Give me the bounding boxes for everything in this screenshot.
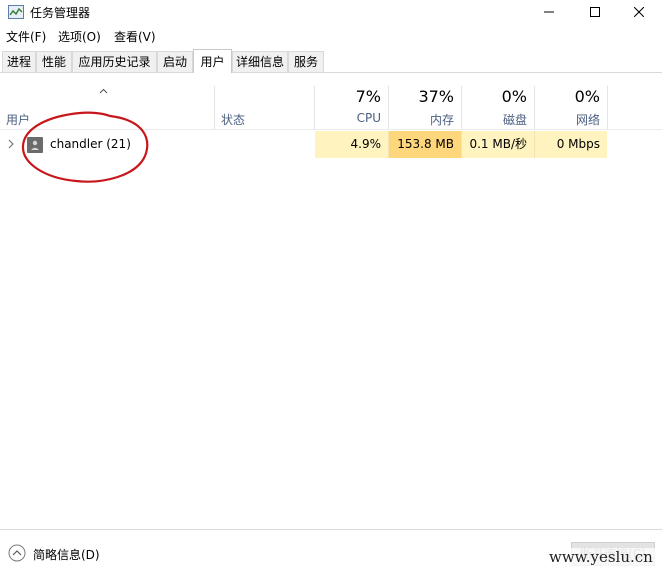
maximize-icon bbox=[590, 7, 600, 17]
chevron-right-icon[interactable] bbox=[8, 139, 14, 149]
header-network[interactable]: 网络 bbox=[534, 111, 600, 128]
chevron-up-circle-icon[interactable] bbox=[8, 544, 26, 562]
close-icon bbox=[634, 7, 644, 17]
tab-startup[interactable]: 启动 bbox=[157, 51, 193, 72]
menu-options[interactable]: 选项(O) bbox=[58, 28, 101, 45]
cell-memory: 153.8 MB bbox=[388, 131, 461, 158]
header-network-percent[interactable]: 0% bbox=[534, 87, 600, 106]
header-memory[interactable]: 内存 bbox=[388, 111, 454, 128]
cell-network: 0 Mbps bbox=[534, 131, 607, 158]
header-memory-percent[interactable]: 37% bbox=[388, 87, 454, 106]
header-cpu[interactable]: CPU bbox=[315, 111, 381, 125]
tab-services[interactable]: 服务 bbox=[288, 51, 324, 72]
tab-users[interactable]: 用户 bbox=[193, 49, 232, 73]
header-cpu-percent[interactable]: 7% bbox=[315, 87, 381, 106]
header-disk-percent[interactable]: 0% bbox=[461, 87, 527, 106]
maximize-button[interactable] bbox=[572, 0, 618, 24]
fewer-details-link[interactable]: 简略信息(D) bbox=[33, 546, 100, 563]
menu-file[interactable]: 文件(F) bbox=[6, 28, 46, 45]
footer-divider bbox=[0, 529, 662, 530]
window-title: 任务管理器 bbox=[30, 6, 91, 20]
highlight-ellipse bbox=[21, 111, 149, 183]
cell-separator bbox=[388, 131, 389, 158]
tab-app-history[interactable]: 应用历史记录 bbox=[72, 51, 157, 72]
close-button[interactable] bbox=[616, 0, 662, 24]
cell-separator bbox=[461, 131, 462, 158]
sort-ascending-icon[interactable] bbox=[99, 88, 108, 94]
tab-performance[interactable]: 性能 bbox=[36, 51, 72, 72]
cell-disk: 0.1 MB/秒 bbox=[461, 131, 534, 158]
task-manager-icon bbox=[8, 5, 24, 19]
cell-cpu: 4.9% bbox=[315, 131, 388, 158]
minimize-button[interactable] bbox=[526, 0, 572, 24]
minimize-icon bbox=[544, 11, 554, 13]
tab-details[interactable]: 详细信息 bbox=[232, 51, 288, 72]
header-status[interactable]: 状态 bbox=[221, 111, 245, 128]
cell-separator bbox=[534, 131, 535, 158]
tab-processes[interactable]: 进程 bbox=[2, 51, 36, 72]
header-separator[interactable] bbox=[607, 86, 608, 130]
menu-view[interactable]: 查看(V) bbox=[114, 28, 156, 45]
header-separator[interactable] bbox=[214, 86, 215, 130]
watermark: www.yeslu.cn bbox=[546, 548, 656, 566]
menu-bar: 文件(F) 选项(O) 查看(V) bbox=[0, 26, 662, 46]
header-disk[interactable]: 磁盘 bbox=[461, 111, 527, 128]
title-bar[interactable]: 任务管理器 bbox=[0, 0, 662, 24]
